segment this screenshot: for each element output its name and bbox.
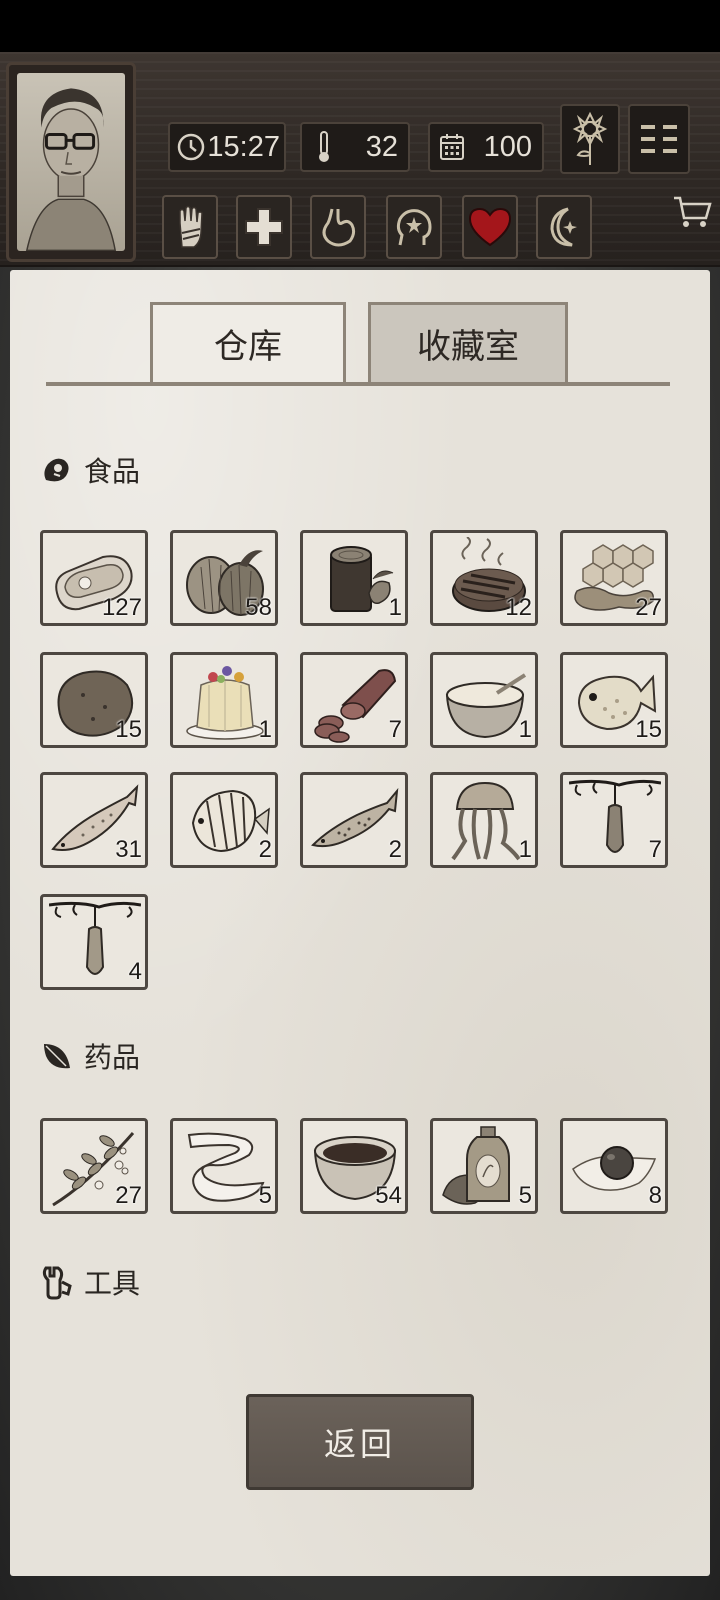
leaf-icon xyxy=(38,1038,74,1074)
menu-icon xyxy=(641,125,677,153)
thermometer-icon xyxy=(306,129,342,165)
medicine-bottle-icon xyxy=(442,1126,510,1205)
sunflower-button[interactable] xyxy=(560,104,620,174)
time-value: 15:27 xyxy=(207,130,280,163)
item-count: 8 xyxy=(648,1182,662,1209)
cart-icon xyxy=(674,196,712,227)
bandage-icon xyxy=(187,1132,265,1202)
status-mind[interactable] xyxy=(386,195,442,259)
section-medicine-label: 药品 xyxy=(84,1041,141,1074)
section-food-label: 食品 xyxy=(84,455,141,488)
item-count: 31 xyxy=(115,836,142,863)
food-item-jellyfish[interactable]: 1 xyxy=(430,772,538,868)
medicine-item-bottle[interactable]: 5 xyxy=(430,1118,538,1214)
pill-on-cloth-icon xyxy=(572,1146,657,1191)
item-count: 12 xyxy=(505,594,532,621)
item-count: 127 xyxy=(101,594,142,621)
trout-icon xyxy=(311,787,399,848)
food-item-salmon[interactable]: 31 xyxy=(40,772,148,868)
porridge-bowl-icon xyxy=(445,673,527,739)
item-count: 5 xyxy=(518,1182,532,1209)
food-item-porridge[interactable]: 1 xyxy=(430,652,538,748)
item-count: 58 xyxy=(245,594,272,621)
hanging-fruit-icon xyxy=(569,779,661,853)
item-count: 7 xyxy=(648,836,662,863)
wrench-icon xyxy=(38,1264,74,1300)
jelly-cake-icon xyxy=(186,666,264,740)
medicine-item-pill[interactable]: 8 xyxy=(560,1118,668,1214)
food-item-cocoa-log[interactable]: 1 xyxy=(300,530,408,626)
item-count: 27 xyxy=(115,1182,142,1209)
day-counter: 100 xyxy=(428,122,544,172)
food-item-sausage[interactable]: 7 xyxy=(300,652,408,748)
item-count: 1 xyxy=(518,836,532,863)
item-count: 2 xyxy=(388,836,402,863)
food-item-jelly-cake[interactable]: 1 xyxy=(170,652,278,748)
item-count: 4 xyxy=(128,958,142,985)
sunflower-icon xyxy=(572,111,608,165)
cocoa-log-icon xyxy=(330,546,394,612)
sausage-icon xyxy=(314,669,397,743)
tab-divider xyxy=(46,382,670,386)
section-medicine-header: 药品 xyxy=(38,1036,140,1076)
status-hand[interactable] xyxy=(162,195,218,259)
food-item-grilled-steak[interactable]: 12 xyxy=(430,530,538,626)
item-count: 15 xyxy=(635,716,662,743)
tab-warehouse[interactable]: 仓库 xyxy=(150,302,346,382)
butterflyfish-icon xyxy=(191,789,270,853)
status-health[interactable] xyxy=(236,195,292,259)
food-item-trout[interactable]: 2 xyxy=(300,772,408,868)
status-heart[interactable] xyxy=(462,195,518,259)
menu-button[interactable] xyxy=(628,104,690,174)
stomach-icon xyxy=(322,208,356,247)
item-count: 1 xyxy=(258,716,272,743)
item-count: 27 xyxy=(635,594,662,621)
section-tools-header: 工具 xyxy=(38,1262,140,1302)
food-item-potato[interactable]: 15 xyxy=(40,652,148,748)
medicine-item-herbal-tea[interactable]: 54 xyxy=(300,1118,408,1214)
temperature-value: 32 xyxy=(365,130,398,163)
item-count: 1 xyxy=(388,594,402,621)
jellyfish-icon xyxy=(451,781,521,861)
character-portrait[interactable] xyxy=(6,62,136,262)
shop-cart-button[interactable] xyxy=(670,192,714,232)
item-count: 5 xyxy=(258,1182,272,1209)
meat-icon xyxy=(38,452,74,488)
food-item-coconut[interactable]: 58 xyxy=(170,530,278,626)
item-count: 1 xyxy=(518,716,532,743)
food-item-butterflyfish[interactable]: 2 xyxy=(170,772,278,868)
status-stomach[interactable] xyxy=(310,195,366,259)
hanging-fruit-icon xyxy=(49,901,141,975)
heart-icon xyxy=(468,207,512,247)
item-count: 54 xyxy=(375,1182,402,1209)
food-item-honeycomb[interactable]: 27 xyxy=(560,530,668,626)
hand-icon xyxy=(179,205,203,248)
clock-icon xyxy=(174,129,207,165)
food-item-raw-meat[interactable]: 127 xyxy=(40,530,148,626)
status-bar xyxy=(0,0,720,52)
mind-icon xyxy=(396,209,432,246)
health-cross-icon xyxy=(245,208,283,246)
medicine-item-herb[interactable]: 27 xyxy=(40,1118,148,1214)
medicine-item-bandage[interactable]: 5 xyxy=(170,1118,278,1214)
item-count: 15 xyxy=(115,716,142,743)
time-display: 15:27 xyxy=(168,122,286,172)
moon-icon xyxy=(550,207,577,247)
character-face-icon xyxy=(25,88,117,251)
tab-collection[interactable]: 收藏室 xyxy=(368,302,568,382)
food-item-hanging-fruit-1[interactable]: 7 xyxy=(560,772,668,868)
item-count: 2 xyxy=(258,836,272,863)
section-tools-label: 工具 xyxy=(84,1267,141,1300)
section-food-header: 食品 xyxy=(38,450,140,490)
status-sleep[interactable] xyxy=(536,195,592,259)
calendar-icon xyxy=(434,129,470,165)
back-button[interactable]: 返回 xyxy=(246,1394,474,1490)
day-value: 100 xyxy=(483,130,532,163)
item-count: 7 xyxy=(388,716,402,743)
food-item-hanging-fruit-2[interactable]: 4 xyxy=(40,894,148,990)
temperature-display: 32 xyxy=(300,122,410,172)
food-item-pufferfish[interactable]: 15 xyxy=(560,652,668,748)
